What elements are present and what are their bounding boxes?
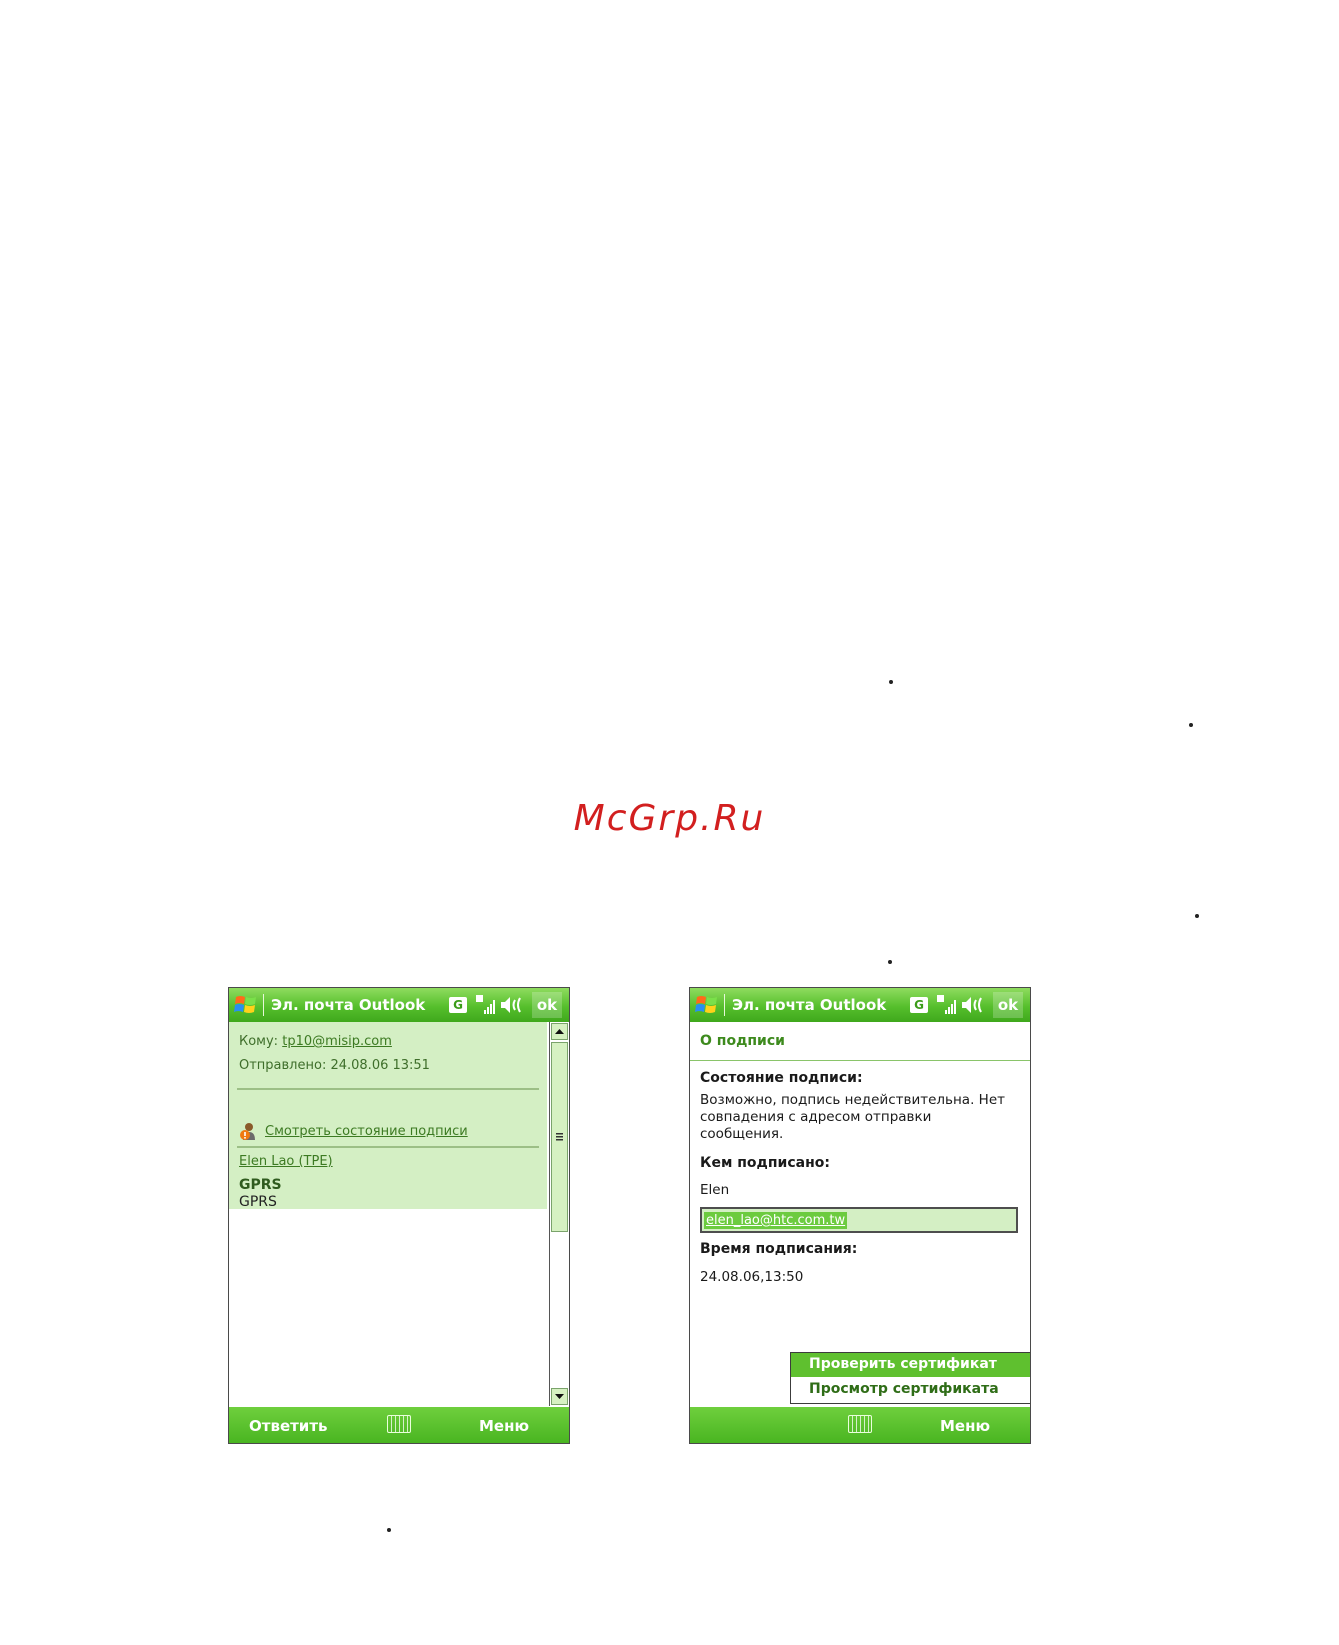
stray-dot xyxy=(1189,723,1193,727)
message-header: Кому: tp10@misip.com Отправлено: 24.08.0… xyxy=(229,1022,547,1209)
arrow-up-icon xyxy=(555,1029,564,1034)
keyboard-icon[interactable] xyxy=(848,1415,872,1433)
signal-strength-icon[interactable] xyxy=(936,994,958,1016)
stray-dot xyxy=(888,960,892,964)
signing-time-label: Время подписания: xyxy=(700,1241,858,1257)
soft-key-bar: Меню xyxy=(690,1407,1030,1443)
thumb-grip-icon xyxy=(556,1133,563,1141)
view-signature-status-link[interactable]: Смотреть состояние подписи xyxy=(265,1124,468,1139)
right-phone-screen: Эл. почта Outlook G ok О подписи Состоян… xyxy=(689,987,1031,1444)
vertical-scrollbar[interactable] xyxy=(549,1022,569,1406)
reply-softkey[interactable]: Ответить xyxy=(249,1417,328,1435)
menu-item-verify-certificate[interactable]: Проверить сертификат xyxy=(791,1353,1030,1377)
sent-value: 24.08.06 13:51 xyxy=(330,1058,430,1073)
signal-strength-icon[interactable] xyxy=(475,994,497,1016)
signed-by-name: Elen xyxy=(700,1182,730,1198)
sent-line: Отправлено: 24.08.06 13:51 xyxy=(239,1058,430,1073)
title-separator xyxy=(724,994,725,1016)
soft-key-bar: Ответить Меню xyxy=(229,1407,569,1443)
to-line: Кому: tp10@misip.com xyxy=(239,1034,392,1049)
certificate-popup-menu: Проверить сертификат Просмотр сертификат… xyxy=(790,1352,1030,1404)
menu-softkey[interactable]: Меню xyxy=(479,1417,529,1435)
to-label: Кому: xyxy=(239,1034,279,1049)
divider xyxy=(237,1146,539,1148)
signer-email-field[interactable]: elen_lao@htc.com.tw xyxy=(700,1207,1018,1233)
signature-warning-icon xyxy=(240,1123,255,1140)
sent-label: Отправлено: xyxy=(239,1058,327,1073)
signature-status-text: Возможно, подпись недействительна. Нет с… xyxy=(700,1092,1005,1142)
watermark: McGrp.Ru xyxy=(573,798,766,839)
stray-dot xyxy=(387,1528,391,1532)
menu-item-label: Проверить сертификат xyxy=(809,1356,997,1372)
app-title: Эл. почта Outlook xyxy=(732,996,887,1014)
scroll-thumb[interactable] xyxy=(551,1042,568,1232)
signed-by-label: Кем подписано: xyxy=(700,1155,830,1171)
message-subject: GPRS xyxy=(239,1177,282,1193)
title-bar: Эл. почта Outlook G ok xyxy=(229,988,569,1022)
divider xyxy=(237,1088,539,1090)
arrow-down-icon xyxy=(555,1394,564,1399)
ok-button[interactable]: ok xyxy=(993,992,1023,1018)
stray-dot xyxy=(889,680,893,684)
keyboard-icon[interactable] xyxy=(387,1415,411,1433)
scroll-down-button[interactable] xyxy=(551,1388,568,1405)
stray-dot xyxy=(1195,914,1199,918)
ok-button[interactable]: ok xyxy=(532,992,562,1018)
signing-time-value: 24.08.06,13:50 xyxy=(700,1269,804,1285)
section-title: О подписи xyxy=(690,1022,1030,1061)
signature-status-label: Состояние подписи: xyxy=(700,1070,863,1086)
scroll-up-button[interactable] xyxy=(551,1023,568,1040)
sender-link[interactable]: Elen Lao (TPE) xyxy=(239,1154,333,1169)
windows-start-icon[interactable] xyxy=(233,993,259,1017)
network-g-icon: G xyxy=(910,997,928,1013)
signer-email-value[interactable]: elen_lao@htc.com.tw xyxy=(704,1212,848,1229)
app-title: Эл. почта Outlook xyxy=(271,996,426,1014)
section-title-text: О подписи xyxy=(700,1033,785,1049)
menu-item-label: Просмотр сертификата xyxy=(809,1381,999,1397)
menu-item-view-certificate[interactable]: Просмотр сертификата xyxy=(791,1378,1030,1402)
windows-start-icon[interactable] xyxy=(694,993,720,1017)
left-phone-screen: Эл. почта Outlook G ok Кому: tp10@misip.… xyxy=(228,987,570,1444)
message-body: GPRS xyxy=(239,1194,277,1210)
network-g-icon: G xyxy=(449,997,467,1013)
to-address-link[interactable]: tp10@misip.com xyxy=(282,1034,392,1049)
volume-icon[interactable] xyxy=(499,995,525,1015)
title-separator xyxy=(263,994,264,1016)
title-bar: Эл. почта Outlook G ok xyxy=(690,988,1030,1022)
menu-softkey[interactable]: Меню xyxy=(940,1417,990,1435)
volume-icon[interactable] xyxy=(960,995,986,1015)
